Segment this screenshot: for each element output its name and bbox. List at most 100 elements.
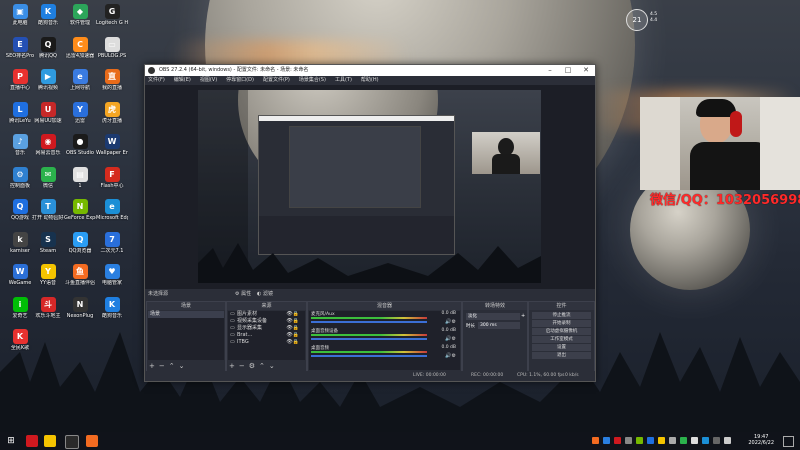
mute-settings-icons[interactable]: 🔊⚙ bbox=[445, 336, 456, 342]
maximize-icon[interactable]: □ bbox=[559, 65, 577, 76]
desktop-icon[interactable]: Q QQ浏览器 bbox=[64, 231, 96, 254]
up-icon[interactable]: ⌃ bbox=[169, 361, 175, 371]
mute-settings-icons[interactable]: 🔊⚙ bbox=[445, 353, 456, 359]
menu-item[interactable]: 配置文件(P) bbox=[263, 76, 290, 85]
desktop-icon[interactable]: WWallpaper Engine bbox=[96, 134, 128, 156]
tray-icon[interactable] bbox=[669, 437, 676, 444]
desktop-icon[interactable]: eMicrosoft Edge bbox=[96, 199, 128, 221]
add-transition-icon[interactable]: + bbox=[521, 313, 525, 319]
mute-settings-icons[interactable]: 🔊⚙ bbox=[445, 319, 456, 325]
menu-item[interactable]: 停靠窗口(D) bbox=[226, 76, 254, 85]
desktop-icon[interactable]: S Steam bbox=[32, 231, 64, 254]
menu-item[interactable]: 视图(V) bbox=[200, 76, 217, 85]
tray-icon[interactable] bbox=[625, 437, 632, 444]
scene-item[interactable]: 场景 bbox=[148, 311, 224, 318]
tray-icon[interactable] bbox=[691, 437, 698, 444]
desktop-icon[interactable]: ● OBS Studio bbox=[64, 134, 96, 156]
menu-item[interactable]: 工具(T) bbox=[335, 76, 352, 85]
desktop-icon[interactable]: T打开 动物园好友... bbox=[32, 199, 64, 221]
control-button[interactable]: 启动虚拟摄像机 bbox=[532, 328, 591, 335]
tray-icon[interactable] bbox=[724, 437, 731, 444]
window-titlebar[interactable]: OBS 27.2.4 (64-bit, windows) - 配置文件: 未命名… bbox=[145, 65, 595, 76]
menu-item[interactable]: 编辑(E) bbox=[174, 76, 191, 85]
volume-slider[interactable] bbox=[311, 338, 427, 340]
up-icon[interactable]: ⌃ bbox=[259, 361, 265, 371]
visibility-lock-icons[interactable]: 👁🔒 bbox=[286, 325, 299, 332]
desktop-icon[interactable]: Q 腾讯QQ bbox=[32, 36, 64, 59]
volume-slider[interactable] bbox=[311, 355, 427, 357]
tray-icon[interactable] bbox=[614, 437, 621, 444]
scenes-list[interactable]: 场景 bbox=[148, 311, 224, 360]
gear-icon[interactable]: ⚙ bbox=[249, 361, 255, 371]
visibility-lock-icons[interactable]: 👁🔒 bbox=[286, 332, 299, 339]
add-icon[interactable]: + bbox=[149, 361, 155, 371]
tray-icon[interactable] bbox=[592, 437, 599, 444]
close-icon[interactable]: ✕ bbox=[577, 65, 595, 76]
control-button[interactable]: 工作室模式 bbox=[532, 336, 591, 343]
desktop-icon[interactable]: F Flash中心 bbox=[96, 166, 128, 189]
desktop-icon[interactable]: K 酷狗音乐 bbox=[32, 4, 64, 26]
down-icon[interactable]: ⌄ bbox=[179, 361, 185, 371]
desktop-icon[interactable]: K 全民K歌 bbox=[4, 329, 36, 351]
notification-icon[interactable] bbox=[783, 436, 794, 447]
tray-icon[interactable] bbox=[636, 437, 643, 444]
source-item[interactable]: ▭ 视频采集设备 👁🔒 bbox=[228, 318, 305, 325]
netease-music-taskbar-icon[interactable] bbox=[26, 435, 38, 447]
desktop-icon[interactable]: C 迅雷4加速器 bbox=[64, 36, 96, 59]
start-windows-icon[interactable]: ⊞ bbox=[5, 435, 17, 447]
transition-select[interactable]: 淡化 bbox=[466, 313, 520, 320]
visibility-lock-icons[interactable]: 👁🔒 bbox=[286, 318, 299, 325]
visibility-lock-icons[interactable]: 👁🔒 bbox=[286, 311, 299, 318]
control-button[interactable]: 停止推流 bbox=[532, 312, 591, 319]
desktop-icon[interactable]: 鱼斗鱼直播伴侣 bbox=[64, 264, 96, 286]
desktop-icon[interactable]: ◉ 网易云音乐 bbox=[32, 134, 64, 156]
source-item[interactable]: ▭ 图片素材 👁🔒 bbox=[228, 311, 305, 318]
desktop-icon[interactable]: GLogitech G HUB bbox=[96, 4, 128, 26]
menu-item[interactable]: 帮助(H) bbox=[361, 76, 379, 85]
desktop-icon[interactable]: ▤ 1 bbox=[64, 166, 96, 189]
control-button[interactable]: 退出 bbox=[532, 352, 591, 359]
tray-icon[interactable] bbox=[702, 437, 709, 444]
tray-icon[interactable] bbox=[713, 437, 720, 444]
minimize-icon[interactable]: – bbox=[541, 65, 559, 76]
preview-canvas[interactable] bbox=[198, 90, 541, 283]
desktop-icon[interactable]: 斗欢乐斗地主 bbox=[32, 296, 64, 319]
obs-taskbar-icon[interactable] bbox=[65, 435, 79, 449]
desktop-icon[interactable]: Y YY语音 bbox=[32, 264, 64, 286]
source-item[interactable]: ▭ Brat... 👁🔒 bbox=[228, 332, 305, 339]
desktop-icon[interactable]: Y 迅雷 bbox=[64, 101, 96, 124]
remove-icon[interactable]: − bbox=[159, 361, 165, 371]
desktop-icon[interactable]: ♥ 电脑管家 bbox=[96, 264, 128, 286]
obs-window[interactable]: OBS 27.2.4 (64-bit, windows) - 配置文件: 未命名… bbox=[144, 64, 596, 382]
desktop-icon[interactable]: ▶ 腾讯视频 bbox=[32, 69, 64, 91]
desktop-icon[interactable]: e 上网导航 bbox=[64, 69, 96, 91]
desktop-icon[interactable]: ▭ PBULOG.PS bbox=[96, 36, 128, 59]
source-item[interactable]: ▭ ITBG 👁🔒 bbox=[228, 339, 305, 346]
sources-list[interactable]: ▭ 图片素材 👁🔒 ▭ 视频采集设备 👁🔒 ▭ 显示器采集 👁🔒 ▭ Brat... 👁🔒 ▭ ITBG… bbox=[228, 311, 305, 360]
filters-button[interactable]: ◐ 滤镜 bbox=[257, 289, 273, 299]
visibility-lock-icons[interactable]: 👁🔒 bbox=[286, 339, 299, 346]
desktop-icon[interactable]: NGeForce Experience bbox=[64, 199, 96, 221]
desktop-icon[interactable]: ✉ 微信 bbox=[32, 166, 64, 189]
desktop-icon[interactable]: K 酷狗音乐 bbox=[96, 296, 128, 319]
control-button[interactable]: 开始录制 bbox=[532, 320, 591, 327]
weather-widget[interactable]: 21 4.5 4.4 bbox=[626, 9, 676, 33]
menu-item[interactable]: 场景集合(S) bbox=[299, 76, 326, 85]
tray-icon[interactable] bbox=[680, 437, 687, 444]
menu-item[interactable]: 文件(F) bbox=[148, 76, 165, 85]
desktop-icon[interactable]: ◆ 软件管理 bbox=[64, 4, 96, 26]
down-icon[interactable]: ⌄ bbox=[269, 361, 275, 371]
control-button[interactable]: 设置 bbox=[532, 344, 591, 351]
desktop-icon[interactable]: N NexonPlug bbox=[64, 296, 96, 319]
clock[interactable]: 19:47 2022/6/22 bbox=[748, 434, 774, 446]
remove-icon[interactable]: − bbox=[239, 361, 245, 371]
tray-icon[interactable] bbox=[603, 437, 610, 444]
desktop-icon[interactable]: 直我的直播 bbox=[96, 69, 128, 91]
tray-icon[interactable] bbox=[647, 437, 654, 444]
properties-button[interactable]: ⚙ 属性 bbox=[235, 289, 251, 299]
yy-taskbar-icon[interactable] bbox=[44, 435, 56, 447]
tray-icon[interactable] bbox=[658, 437, 665, 444]
volume-slider[interactable] bbox=[311, 321, 427, 323]
douyu-taskbar-icon[interactable] bbox=[86, 435, 98, 447]
duration-input[interactable]: 300 ms bbox=[478, 322, 520, 329]
